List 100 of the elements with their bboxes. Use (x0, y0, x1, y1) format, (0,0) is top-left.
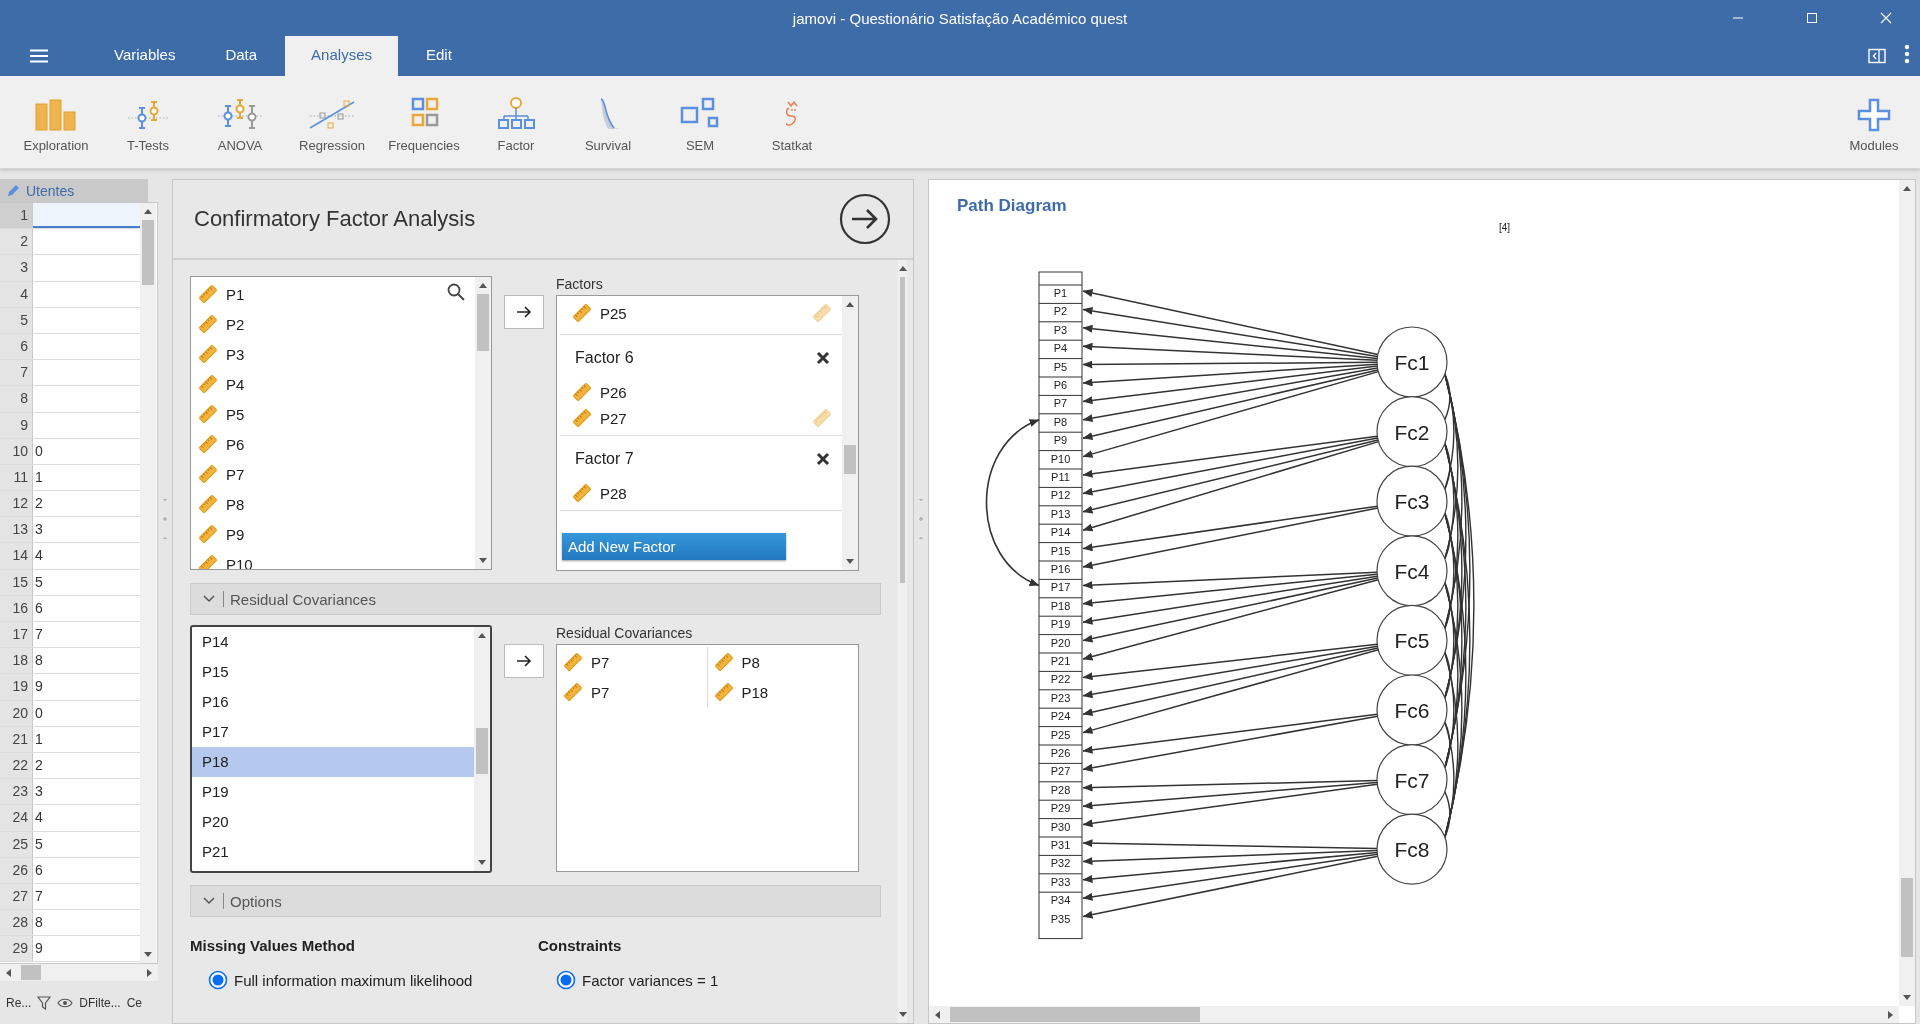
scroll-thumb[interactable] (476, 728, 488, 775)
variable-item[interactable]: P7 (191, 459, 475, 489)
ribbon-button[interactable]: T-Tests (102, 91, 194, 153)
table-cell[interactable]: 4 (33, 543, 140, 569)
variable-item[interactable]: P8 (707, 647, 858, 677)
maximize-icon[interactable] (1806, 12, 1818, 24)
scroll-down-icon[interactable] (144, 952, 152, 957)
table-cell[interactable]: 3 (33, 779, 140, 805)
variable-item[interactable]: P25 (560, 296, 842, 330)
variable-item[interactable]: P10 (191, 549, 475, 569)
scroll-up-icon[interactable] (144, 209, 152, 214)
variable-item[interactable]: P27 (560, 405, 842, 431)
variable-item[interactable]: P5 (191, 399, 475, 429)
table-cell[interactable]: 0 (33, 438, 140, 464)
table-cell[interactable]: 1 (33, 726, 140, 752)
scroll-thumb[interactable] (21, 965, 41, 980)
panel-toggle-icon[interactable] (1868, 48, 1886, 64)
scrollbar[interactable] (898, 260, 907, 1023)
ribbon-button[interactable]: Factor (470, 91, 562, 153)
remove-icon[interactable] (816, 351, 830, 365)
variable-item[interactable]: P3 (191, 339, 475, 369)
eye-icon[interactable] (57, 996, 74, 1009)
table-cell[interactable]: 7 (33, 883, 140, 910)
scrollbar[interactable] (474, 627, 490, 871)
scrollbar[interactable] (842, 296, 858, 570)
ribbon-button[interactable]: Statkat (746, 91, 838, 153)
add-factor-button[interactable]: Add New Factor (562, 533, 786, 560)
scroll-up-icon[interactable] (1903, 186, 1911, 191)
scroll-thumb[interactable] (844, 445, 856, 474)
move-button[interactable] (504, 295, 544, 329)
table-cell[interactable]: 2 (33, 491, 140, 517)
ribbon-button[interactable]: Modules (1828, 91, 1920, 153)
menu-tab[interactable]: Edit (404, 36, 474, 76)
variable-item[interactable]: P26 (560, 379, 842, 405)
variable-item[interactable]: P15 (192, 657, 474, 687)
ribbon-button[interactable]: Exploration (10, 91, 102, 153)
menu-tab[interactable]: Variables (92, 36, 198, 76)
variable-item[interactable]: P19 (192, 777, 474, 807)
variable-item[interactable]: P18 (192, 747, 474, 777)
scrollbar[interactable] (929, 1006, 1899, 1023)
scrollbar[interactable] (140, 203, 156, 963)
scroll-down-icon[interactable] (478, 860, 486, 865)
variable-item[interactable]: P16 (192, 687, 474, 717)
variable-item[interactable]: P9 (191, 519, 475, 549)
scroll-down-icon[interactable] (898, 1012, 907, 1017)
radio-icon[interactable] (208, 970, 228, 990)
search-icon[interactable] (447, 283, 465, 301)
ribbon-button[interactable]: Survival (562, 91, 654, 153)
close-icon[interactable] (1880, 12, 1892, 24)
radio-option[interactable]: Factor variances = 1 (556, 970, 719, 990)
ribbon-button[interactable]: Regression (286, 91, 378, 153)
ribbon-button[interactable]: Frequencies (378, 91, 470, 153)
variable-item[interactable]: P18 (707, 677, 858, 707)
scroll-thumb[interactable] (477, 294, 489, 351)
scroll-thumb[interactable] (142, 220, 154, 286)
variable-item[interactable]: P17 (192, 717, 474, 747)
table-cell[interactable]: 0 (33, 700, 140, 726)
table-cell[interactable]: 6 (33, 857, 140, 883)
variable-item[interactable]: P20 (192, 807, 474, 837)
table-cell[interactable]: 5 (33, 831, 140, 857)
table-cell[interactable]: 7 (33, 622, 140, 648)
scroll-down-icon[interactable] (479, 558, 487, 563)
ribbon-button[interactable]: ANOVA (194, 91, 286, 153)
menu-icon[interactable] (30, 49, 48, 63)
variable-item[interactable]: P7 (557, 677, 708, 707)
scroll-right-icon[interactable] (147, 968, 152, 977)
scrollbar[interactable] (0, 964, 158, 981)
section-header[interactable]: Residual Covariances (190, 583, 881, 615)
scroll-up-icon[interactable] (898, 266, 907, 271)
scroll-down-icon[interactable] (1903, 995, 1911, 1000)
table-cell[interactable]: 5 (33, 569, 140, 595)
table-cell[interactable]: 8 (33, 910, 140, 936)
menu-tab[interactable]: Analyses (285, 36, 398, 76)
scroll-left-icon[interactable] (6, 968, 11, 977)
variable-item[interactable]: P1 (191, 279, 475, 309)
filter-icon[interactable] (37, 995, 52, 1010)
more-icon[interactable] (1904, 44, 1910, 64)
table-cell[interactable]: 2 (33, 752, 140, 779)
scroll-thumb[interactable] (1901, 878, 1913, 958)
scroll-thumb[interactable] (950, 1007, 1200, 1022)
scroll-down-icon[interactable] (846, 559, 854, 564)
table-cell[interactable] (33, 203, 140, 229)
table-cell[interactable]: 9 (33, 674, 140, 700)
scroll-left-icon[interactable] (935, 1010, 940, 1019)
menu-tab[interactable]: Data (203, 36, 280, 76)
factor-name[interactable]: Factor 6 (575, 349, 634, 367)
remove-icon[interactable] (816, 452, 830, 466)
table-cell[interactable]: 4 (33, 805, 140, 831)
move-button[interactable] (504, 644, 544, 678)
factor-name[interactable]: Factor 7 (575, 450, 634, 468)
variable-item[interactable]: P4 (191, 369, 475, 399)
variable-item[interactable]: P7 (557, 647, 708, 677)
scroll-right-icon[interactable] (1888, 1010, 1893, 1019)
scroll-up-icon[interactable] (846, 302, 854, 307)
scrollbar[interactable] (475, 277, 491, 569)
table-cell[interactable]: 8 (33, 648, 140, 674)
scroll-up-icon[interactable] (479, 283, 487, 288)
variable-item[interactable]: P2 (191, 309, 475, 339)
section-header[interactable]: Options (190, 885, 881, 917)
scroll-thumb[interactable] (900, 277, 905, 584)
